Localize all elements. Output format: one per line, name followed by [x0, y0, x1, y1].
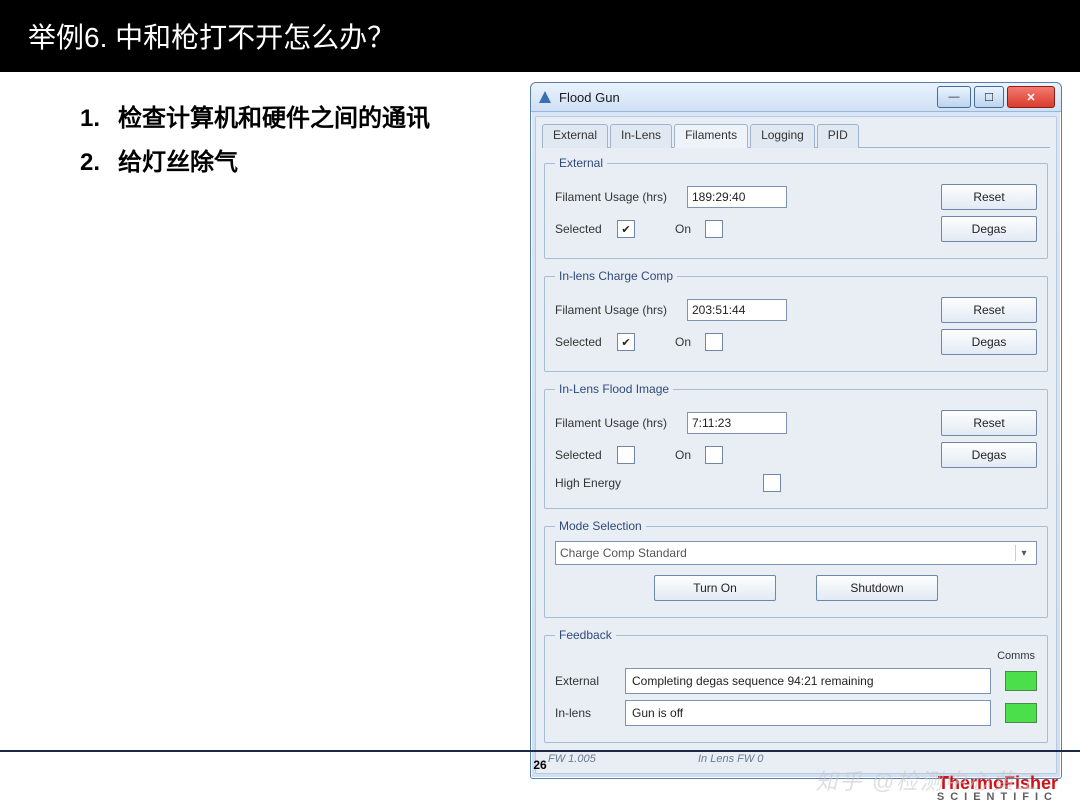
minimize-button[interactable]: —: [937, 86, 971, 108]
bullet-list: 1. 检查计算机和硬件之间的通讯 2. 给灯丝除气: [54, 94, 430, 189]
inlens-cc-reset-button[interactable]: Reset: [941, 297, 1037, 323]
maximize-button[interactable]: ☐: [974, 86, 1004, 108]
group-inlens-charge-comp: In-lens Charge Comp Filament Usage (hrs)…: [544, 269, 1048, 372]
mode-select-value: Charge Comp Standard: [560, 546, 687, 560]
inlens-fi-high-energy-checkbox[interactable]: [763, 474, 781, 492]
turn-on-button[interactable]: Turn On: [654, 575, 776, 601]
page-number: 26: [533, 758, 546, 772]
comms-header: Comms: [555, 650, 1035, 662]
brand-logo: ThermoFisher SCIENTIFIC: [937, 774, 1058, 804]
slide-title-bar: 举例6. 中和枪打不开怎么办？: [0, 0, 1080, 72]
brand-line1: ThermoFisher: [937, 774, 1058, 793]
feedback-inlens-label: In-lens: [555, 706, 625, 720]
chevron-down-icon: ▾: [1015, 545, 1032, 561]
bullet-number: 1.: [54, 100, 118, 138]
external-usage-label: Filament Usage (hrs): [555, 190, 687, 204]
external-usage-value[interactable]: 189:29:40: [687, 186, 787, 208]
group-mode-selection: Mode Selection Charge Comp Standard ▾ Tu…: [544, 519, 1048, 618]
inlens-cc-degas-button[interactable]: Degas: [941, 329, 1037, 355]
tab-in-lens[interactable]: In-Lens: [610, 124, 672, 148]
external-selected-checkbox[interactable]: [617, 220, 635, 238]
inlens-fi-selected-label: Selected: [555, 448, 617, 462]
bullet-text: 检查计算机和硬件之间的通讯: [118, 100, 430, 138]
group-external-legend: External: [555, 156, 607, 170]
tab-external[interactable]: External: [542, 124, 608, 148]
window-titlebar[interactable]: Flood Gun — ☐ ✕: [531, 83, 1061, 112]
slide-footer: 26 ThermoFisher SCIENTIFIC: [0, 750, 1080, 810]
flood-gun-window: Flood Gun — ☐ ✕ External In-Lens Filamen…: [530, 82, 1062, 779]
inlens-fi-reset-button[interactable]: Reset: [941, 410, 1037, 436]
inlens-comms-indicator: [1005, 703, 1037, 723]
inlens-fi-usage-label: Filament Usage (hrs): [555, 416, 687, 430]
close-button[interactable]: ✕: [1007, 86, 1055, 108]
app-icon: [537, 89, 553, 105]
tab-filaments[interactable]: Filaments: [674, 124, 748, 148]
inlens-fi-on-label: On: [675, 448, 705, 462]
inlens-cc-selected-label: Selected: [555, 335, 617, 349]
slide: 举例6. 中和枪打不开怎么办？ 1. 检查计算机和硬件之间的通讯 2. 给灯丝除…: [0, 0, 1080, 810]
shutdown-button[interactable]: Shutdown: [816, 575, 938, 601]
slide-body: 1. 检查计算机和硬件之间的通讯 2. 给灯丝除气 Flood Gun — ☐ …: [0, 72, 1080, 752]
slide-title: 举例6. 中和枪打不开怎么办？: [28, 16, 395, 56]
tab-pid[interactable]: PID: [817, 124, 859, 148]
inlens-cc-on-checkbox[interactable]: [705, 333, 723, 351]
group-inlens-cc-legend: In-lens Charge Comp: [555, 269, 677, 283]
inlens-cc-selected-checkbox[interactable]: [617, 333, 635, 351]
tab-strip: External In-Lens Filaments Logging PID: [542, 123, 1050, 148]
feedback-external-status: Completing degas sequence 94:21 remainin…: [625, 668, 991, 694]
window-title: Flood Gun: [559, 90, 934, 105]
inlens-fi-usage-value[interactable]: 7:11:23: [687, 412, 787, 434]
inlens-fi-degas-button[interactable]: Degas: [941, 442, 1037, 468]
external-degas-button[interactable]: Degas: [941, 216, 1037, 242]
bullet-text: 给灯丝除气: [118, 144, 238, 182]
group-feedback: Feedback Comms External Completing degas…: [544, 628, 1048, 743]
external-on-label: On: [675, 222, 705, 236]
feedback-external-label: External: [555, 674, 625, 688]
window-body: External In-Lens Filaments Logging PID E…: [535, 116, 1057, 774]
external-selected-label: Selected: [555, 222, 617, 236]
inlens-cc-usage-label: Filament Usage (hrs): [555, 303, 687, 317]
inlens-cc-usage-value[interactable]: 203:51:44: [687, 299, 787, 321]
tab-logging[interactable]: Logging: [750, 124, 815, 148]
external-on-checkbox[interactable]: [705, 220, 723, 238]
brand-line2: SCIENTIFIC: [937, 792, 1058, 804]
bullet-item: 1. 检查计算机和硬件之间的通讯: [54, 100, 430, 138]
external-reset-button[interactable]: Reset: [941, 184, 1037, 210]
feedback-inlens-status: Gun is off: [625, 700, 991, 726]
group-mode-legend: Mode Selection: [555, 519, 646, 533]
external-comms-indicator: [1005, 671, 1037, 691]
bullet-number: 2.: [54, 144, 118, 182]
inlens-fi-selected-checkbox[interactable]: [617, 446, 635, 464]
inlens-fi-on-checkbox[interactable]: [705, 446, 723, 464]
inlens-cc-on-label: On: [675, 335, 705, 349]
bullet-item: 2. 给灯丝除气: [54, 144, 430, 182]
group-inlens-flood-image: In-Lens Flood Image Filament Usage (hrs)…: [544, 382, 1048, 509]
mode-select[interactable]: Charge Comp Standard ▾: [555, 541, 1037, 565]
inlens-fi-high-energy-label: High Energy: [555, 476, 645, 490]
group-inlens-fi-legend: In-Lens Flood Image: [555, 382, 673, 396]
group-feedback-legend: Feedback: [555, 628, 616, 642]
group-external: External Filament Usage (hrs) 189:29:40 …: [544, 156, 1048, 259]
